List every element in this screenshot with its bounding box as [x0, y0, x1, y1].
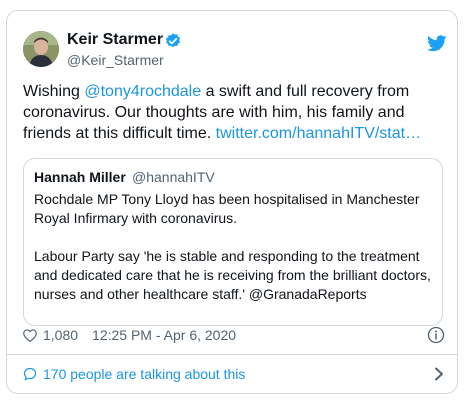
quoted-paragraph-1: Rochdale MP Tony Lloyd has been hospital…	[34, 191, 420, 226]
mention-link[interactable]: @tony4rochdale	[84, 83, 201, 100]
like-count[interactable]: 1,080	[43, 327, 78, 343]
quoted-author-handle: @hannahITV	[132, 169, 215, 185]
quoted-author-name: Hannah Miller	[34, 169, 126, 185]
quoted-tweet-link[interactable]: twitter.com/hannahITV/stat…	[216, 125, 421, 142]
timestamp[interactable]: 12:25 PM - Apr 6, 2020	[92, 327, 236, 343]
author-handle[interactable]: @Keir_Starmer	[67, 52, 164, 68]
chevron-right-icon[interactable]	[433, 367, 445, 381]
conversation-label: 170 people are talking about this	[43, 366, 246, 382]
twitter-bird-icon[interactable]	[427, 35, 447, 52]
tweet-footer: 1,080 12:25 PM - Apr 6, 2020	[23, 325, 236, 345]
avatar[interactable]	[23, 31, 59, 67]
quoted-tweet-text: Rochdale MP Tony Lloyd has been hospital…	[34, 190, 434, 323]
tweet-text: Wishing @tony4rochdale a swift and full …	[23, 81, 443, 144]
tweet-card: Keir Starmer @Keir_Starmer Wishing @tony…	[6, 10, 458, 394]
heart-icon[interactable]	[23, 328, 37, 342]
author-name[interactable]: Keir Starmer	[67, 31, 163, 49]
quoted-paragraph-2: Labour Party say 'he is stable and respo…	[34, 248, 431, 302]
verified-badge-icon	[165, 33, 181, 48]
divider	[7, 354, 457, 355]
tweet-text-prefix: Wishing	[23, 83, 85, 100]
speech-bubble-icon	[23, 367, 37, 381]
conversation-link[interactable]: 170 people are talking about this	[23, 363, 245, 385]
info-icon[interactable]	[427, 326, 445, 344]
quoted-tweet[interactable]: Hannah Miller @hannahITV Rochdale MP Ton…	[23, 158, 443, 326]
avatar-image	[23, 31, 59, 67]
